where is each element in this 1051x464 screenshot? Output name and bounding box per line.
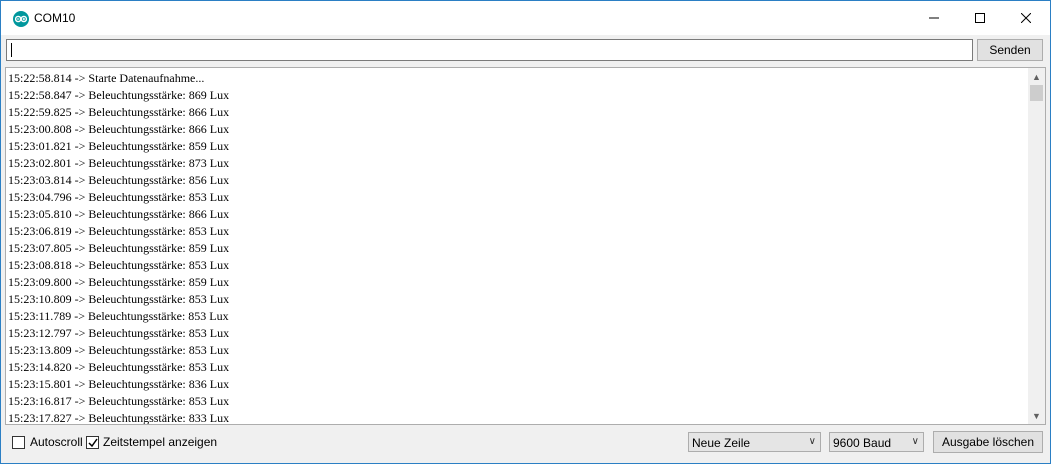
output-line: 15:23:00.808 -> Beleuchtungsstärke: 866 … [8,122,230,136]
chevron-down-icon: ∨ [911,436,919,447]
scroll-down-button[interactable]: ▼ [1028,407,1045,424]
title-bar[interactable]: COM10 [1,1,1050,35]
maximize-icon [975,13,985,23]
output-line: 15:23:10.809 -> Beleuchtungsstärke: 853 … [8,292,230,306]
line-ending-select[interactable]: Neue Zeile ∨ [688,432,821,452]
serial-monitor-window: COM10 Senden 15:22:58.814 -> Starte Date… [0,0,1051,464]
chevron-up-icon: ▲ [1032,71,1041,82]
footer-bar: Autoscroll Zeitstempel anzeigen Neue Zei… [1,427,1050,463]
arduino-icon [13,11,29,27]
timestamp-label[interactable]: Zeitstempel anzeigen [103,435,217,449]
close-icon [1021,13,1031,23]
checkmark-icon [88,438,98,448]
output-lines: 15:22:58.814 -> Starte Datenaufnahme... 1… [8,70,1028,425]
send-input[interactable] [6,39,973,61]
send-button[interactable]: Senden [977,39,1043,61]
output-line: 15:22:58.847 -> Beleuchtungsstärke: 869 … [8,88,230,102]
output-line: 15:23:03.814 -> Beleuchtungsstärke: 856 … [8,173,230,187]
output-line: 15:23:01.821 -> Beleuchtungsstärke: 859 … [8,139,230,153]
output-line: 15:23:12.797 -> Beleuchtungsstärke: 853 … [8,326,230,340]
baud-rate-value: 9600 Baud [833,436,892,450]
clear-output-button[interactable]: Ausgabe löschen [933,431,1043,453]
output-line: 15:23:08.818 -> Beleuchtungsstärke: 853 … [8,258,230,272]
baud-rate-select[interactable]: 9600 Baud ∨ [829,432,924,452]
maximize-button[interactable] [957,1,1003,35]
output-line: 15:23:04.796 -> Beleuchtungsstärke: 853 … [8,190,230,204]
autoscroll-label[interactable]: Autoscroll [30,435,83,449]
chevron-down-icon: ▼ [1032,410,1041,421]
autoscroll-checkbox[interactable] [12,436,25,449]
output-line: 15:22:58.814 -> Starte Datenaufnahme... [8,71,205,85]
output-line: 15:22:59.825 -> Beleuchtungsstärke: 866 … [8,105,230,119]
output-line: 15:23:09.800 -> Beleuchtungsstärke: 859 … [8,275,230,289]
output-line: 15:23:17.827 -> Beleuchtungsstärke: 833 … [8,411,230,425]
output-line: 15:23:14.820 -> Beleuchtungsstärke: 853 … [8,360,230,374]
minimize-icon [929,17,939,19]
scroll-up-button[interactable]: ▲ [1028,68,1045,85]
timestamp-checkbox[interactable] [86,436,99,449]
vertical-scrollbar[interactable]: ▲ ▼ [1028,68,1045,424]
output-line: 15:23:13.809 -> Beleuchtungsstärke: 853 … [8,343,230,357]
output-line: 15:23:06.819 -> Beleuchtungsstärke: 853 … [8,224,230,238]
output-line: 15:23:07.805 -> Beleuchtungsstärke: 859 … [8,241,230,255]
chevron-down-icon: ∨ [808,436,816,447]
output-line: 15:23:11.789 -> Beleuchtungsstärke: 853 … [8,309,229,323]
output-line: 15:23:02.801 -> Beleuchtungsstärke: 873 … [8,156,230,170]
close-button[interactable] [1003,1,1049,35]
text-caret [11,43,12,57]
output-line: 15:23:15.801 -> Beleuchtungsstärke: 836 … [8,377,230,391]
line-ending-value: Neue Zeile [692,436,751,450]
serial-output[interactable]: 15:22:58.814 -> Starte Datenaufnahme... 1… [5,67,1046,425]
window-title: COM10 [34,11,76,25]
minimize-button[interactable] [911,1,957,35]
output-line: 15:23:16.817 -> Beleuchtungsstärke: 853 … [8,394,230,408]
scroll-thumb[interactable] [1030,85,1043,101]
output-line: 15:23:05.810 -> Beleuchtungsstärke: 866 … [8,207,230,221]
